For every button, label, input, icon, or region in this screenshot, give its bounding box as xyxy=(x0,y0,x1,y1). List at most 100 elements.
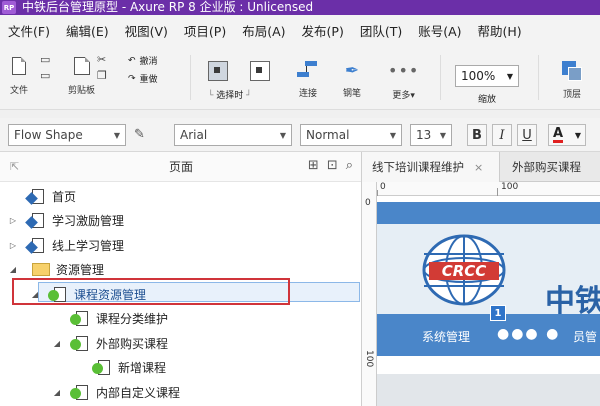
close-icon[interactable]: × xyxy=(474,161,483,174)
font-family-select[interactable]: Arial ▼ xyxy=(174,124,292,146)
expand-arrow-down-icon[interactable]: ◢ xyxy=(30,290,40,299)
open-icon[interactable]: ▭ xyxy=(40,69,50,83)
page-icon xyxy=(48,286,66,302)
add-folder-icon[interactable]: ⊡ xyxy=(327,158,338,173)
home-diamond-icon xyxy=(25,216,38,229)
connect-label: 连接 xyxy=(298,89,317,99)
undo-label: 撤消 xyxy=(139,57,158,67)
chevron-down-icon: ▼ xyxy=(279,130,286,140)
expand-arrow-down-icon[interactable]: ◢ xyxy=(52,339,62,348)
banner-widget[interactable]: CRCC 中铁 xyxy=(377,224,600,319)
toolbar-separator xyxy=(538,55,539,100)
widget-note-badge[interactable]: 1 xyxy=(490,305,506,321)
select-contained-icon xyxy=(250,61,270,81)
redo-label: 重做 xyxy=(139,75,158,85)
style-bar: Flow Shape ▼ ✎ Arial ▼ Normal ▼ 13 ▼ B I… xyxy=(0,118,600,152)
new-file-icon xyxy=(12,57,26,75)
redo-icon: ↷ xyxy=(128,73,136,84)
pages-panel-header: ⇱ 页面 ⊞ ⊡ ⌕ xyxy=(0,152,361,182)
select-contained-button[interactable] xyxy=(250,61,270,81)
menu-help[interactable]: 帮助(H) xyxy=(478,21,522,40)
bring-to-front-button[interactable]: 顶层 xyxy=(562,61,582,100)
more-caret-icon: ▾ xyxy=(410,91,415,101)
toolbar-separator xyxy=(190,55,191,100)
font-family-value: Arial xyxy=(180,128,208,142)
page-tree-item[interactable]: ◢ 课程资源管理 xyxy=(0,283,361,305)
status-dot-icon xyxy=(70,387,81,399)
menu-publish[interactable]: 发布(P) xyxy=(302,21,344,40)
page-tree-item[interactable]: 课程分类维护 xyxy=(0,308,361,330)
paste-icon xyxy=(73,57,90,75)
shape-style-select[interactable]: Flow Shape ▼ xyxy=(8,124,126,146)
content-area-widget[interactable] xyxy=(377,374,600,406)
expand-arrow-right-icon[interactable]: ▷ xyxy=(8,216,18,225)
clipboard-button[interactable]: 剪贴板 xyxy=(68,57,95,96)
select-intersect-icon xyxy=(208,61,228,81)
add-page-icon[interactable]: ⊞ xyxy=(308,158,319,173)
font-size-select[interactable]: 13 ▼ xyxy=(410,124,452,146)
connector-icon xyxy=(297,61,319,79)
menu-team[interactable]: 团队(T) xyxy=(360,21,402,40)
page-tree-label: 新增课程 xyxy=(118,361,167,375)
more-label: 更多 xyxy=(392,91,411,101)
status-dot-icon xyxy=(70,314,81,325)
expand-arrow-down-icon[interactable]: ◢ xyxy=(8,265,18,274)
zoom-select[interactable]: 100% ▼ xyxy=(455,65,519,87)
clipboard-label: 剪贴板 xyxy=(68,86,96,96)
menu-file[interactable]: 文件(F) xyxy=(8,21,50,40)
page-tree-item[interactable]: 新增课程 xyxy=(0,357,361,379)
nav-item-partial[interactable]: 员管 xyxy=(573,328,597,345)
page-tree-item[interactable]: ▷ 学习激励管理 xyxy=(0,210,361,232)
underline-button[interactable]: U xyxy=(517,124,537,146)
copy-icon[interactable]: ❐ xyxy=(97,69,107,83)
page-icon xyxy=(25,188,44,205)
pen-button[interactable]: ✒ 钢笔 xyxy=(343,61,361,99)
page-tree-item[interactable]: ◢ 资源管理 xyxy=(0,259,361,281)
zoom-control[interactable]: 100% ▼ 缩放 xyxy=(455,65,519,105)
menu-edit[interactable]: 编辑(E) xyxy=(66,21,109,40)
italic-button[interactable]: I xyxy=(492,124,512,146)
bold-button[interactable]: B xyxy=(467,124,487,146)
more-button[interactable]: ••• 更多▾ xyxy=(388,63,419,102)
page-tree-item[interactable]: ◢ 内部自定义课程 xyxy=(0,381,361,403)
file-button[interactable]: 文件 xyxy=(10,57,28,96)
expand-arrow-down-icon[interactable]: ◢ xyxy=(52,388,62,397)
search-icon[interactable]: ⌕ xyxy=(346,158,353,173)
design-canvas[interactable]: CRCC 中铁 系统管理 ●●● ● 员管 1 xyxy=(377,196,600,406)
font-size-value: 13 xyxy=(416,128,432,142)
page-tree-item[interactable]: ◢ 外部购买课程 xyxy=(0,332,361,354)
redo-button[interactable]: ↷ 重做 xyxy=(128,72,158,86)
tab-label: 外部购买课程 xyxy=(512,160,581,174)
save-icon[interactable]: ▭ xyxy=(40,53,50,67)
ruler-label: 0 xyxy=(365,198,371,208)
undo-button[interactable]: ↶ 撤消 xyxy=(128,54,158,68)
nav-item-system[interactable]: 系统管理 xyxy=(422,328,470,345)
font-style-select[interactable]: Normal ▼ xyxy=(300,124,402,146)
menu-account[interactable]: 账号(A) xyxy=(418,21,461,40)
tab-offline-training[interactable]: 线下培训课程维护 × xyxy=(362,152,500,182)
page-icon xyxy=(70,384,88,400)
select-intersect-button[interactable] xyxy=(208,61,228,81)
toolbar-separator xyxy=(440,55,441,100)
status-dot-icon xyxy=(92,363,103,374)
tab-external-courses[interactable]: 外部购买课程 xyxy=(502,152,600,182)
page-tree-item[interactable]: ▷ 线上学习管理 xyxy=(0,234,361,256)
page-tree-label: 外部购买课程 xyxy=(96,336,169,351)
font-color-button[interactable]: A ▼ xyxy=(548,124,586,146)
page-tree-label: 线上学习管理 xyxy=(52,238,125,253)
menu-arrange[interactable]: 布局(A) xyxy=(242,21,285,40)
select-mode-label: └ 选择时 ┘ xyxy=(208,91,252,101)
crcc-logo: CRCC xyxy=(422,234,506,306)
expand-arrow-right-icon[interactable]: ▷ xyxy=(8,241,18,250)
connect-button[interactable]: 连接 xyxy=(297,61,319,99)
menu-view[interactable]: 视图(V) xyxy=(125,21,168,40)
nav-bar-widget[interactable]: 系统管理 ●●● ● 员管 xyxy=(377,314,600,356)
header-bar-widget[interactable] xyxy=(377,202,600,224)
zoom-label: 缩放 xyxy=(477,95,496,105)
menu-project[interactable]: 项目(P) xyxy=(184,21,226,40)
style-editor-icon[interactable]: ✎ xyxy=(134,127,145,142)
page-tree-item[interactable]: 首页 xyxy=(0,185,361,207)
cut-icon[interactable]: ✂ xyxy=(97,53,106,67)
window-title: 中铁后台管理原型 - Axure RP 8 企业版 : Unlicensed xyxy=(22,0,314,14)
chevron-down-icon: ▼ xyxy=(574,130,581,140)
